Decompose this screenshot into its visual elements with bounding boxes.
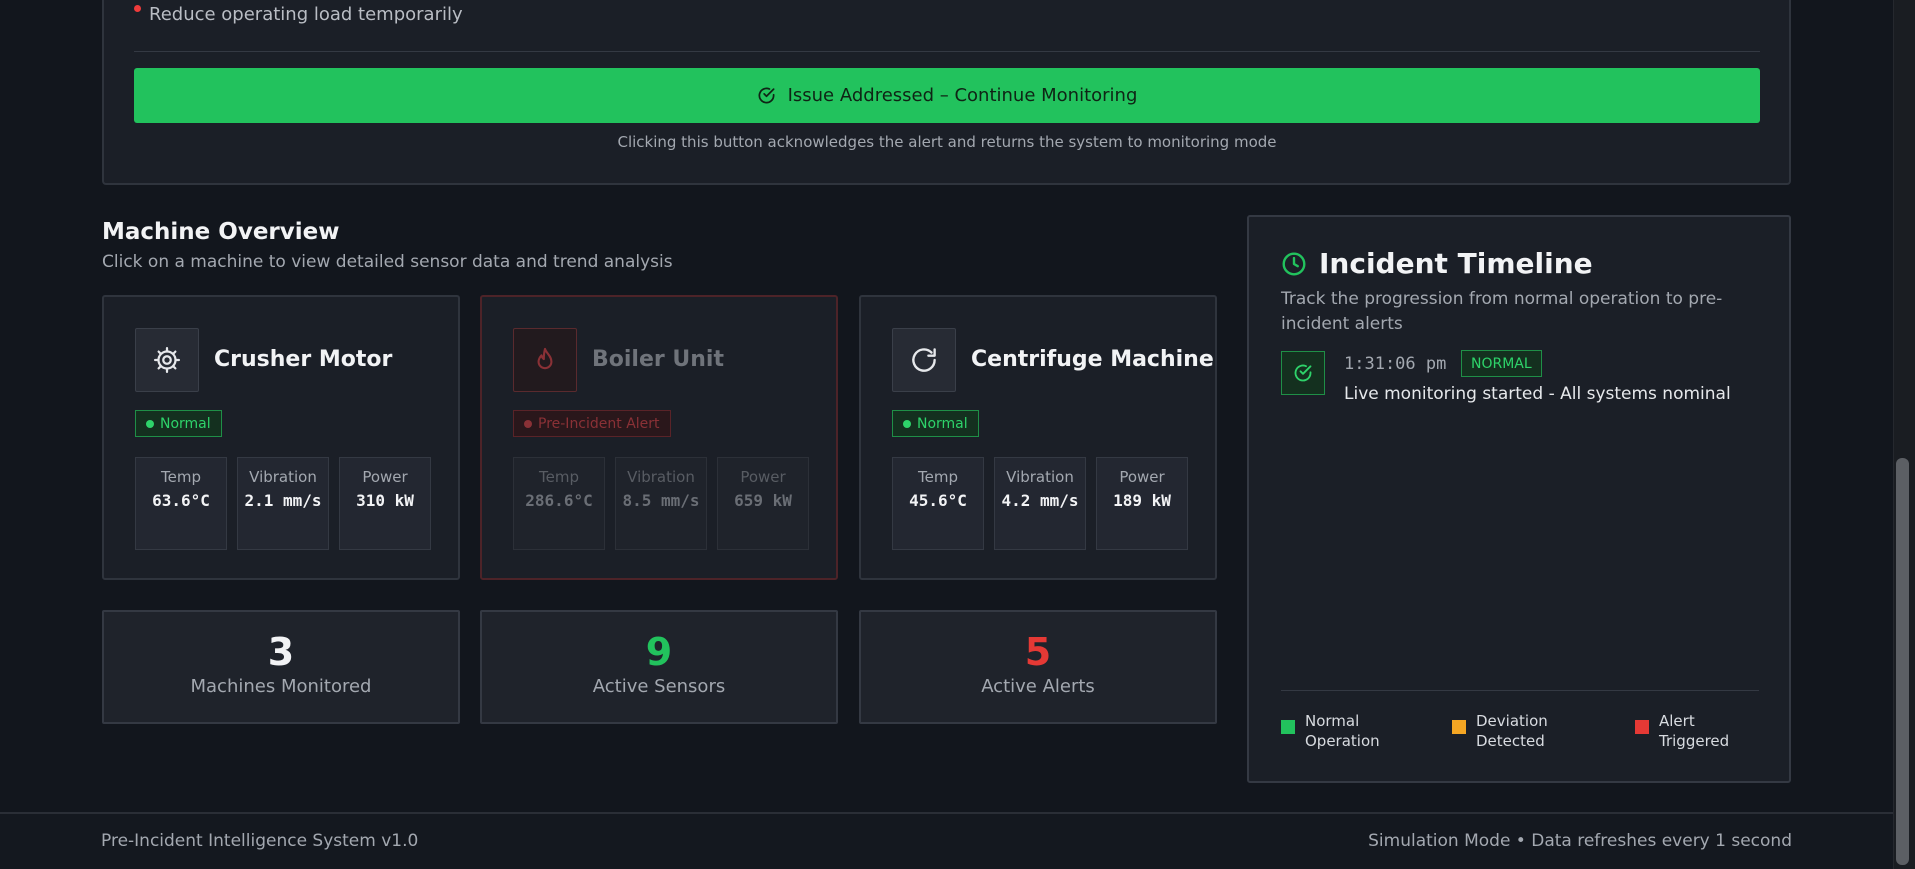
stat-label: Active Sensors <box>592 676 726 697</box>
legend-swatch <box>1281 720 1295 734</box>
acknowledge-hint: Clicking this button acknowledges the al… <box>617 133 1277 151</box>
metric-value: 8.5 mm/s <box>622 491 700 510</box>
legend-deviation: Deviation Detected <box>1452 711 1602 751</box>
metric-label: Vibration <box>627 468 695 486</box>
timeline-title-text: Incident Timeline <box>1319 247 1593 280</box>
event-time: 1:31:06 pm <box>1344 354 1447 374</box>
metric-vibration: Vibration 2.1 mm/s <box>237 457 329 550</box>
event-text: Live monitoring started - All systems no… <box>1344 384 1731 404</box>
overview-subtitle: Click on a machine to view detailed sens… <box>102 252 673 272</box>
status-badge: Normal <box>892 410 979 437</box>
divider <box>134 51 1760 52</box>
bullet-dot <box>134 5 141 12</box>
stat-value: 9 <box>645 630 673 674</box>
stat-value: 3 <box>267 630 295 674</box>
metric-value: 310 kW <box>356 491 414 510</box>
divider <box>1281 690 1759 691</box>
status-badge: Pre-Incident Alert <box>513 410 671 437</box>
metric-power: Power 189 kW <box>1096 457 1188 550</box>
flame-icon <box>513 328 577 392</box>
stat-label: Machines Monitored <box>190 676 372 697</box>
legend-swatch <box>1635 720 1649 734</box>
metric-value: 2.1 mm/s <box>244 491 322 510</box>
machine-name: Boiler Unit <box>592 347 724 372</box>
metric-temp: Temp 63.6°C <box>135 457 227 550</box>
metric-vibration: Vibration 8.5 mm/s <box>615 457 707 550</box>
check-circle-icon <box>1281 351 1325 395</box>
acknowledge-button[interactable]: Issue Addressed – Continue Monitoring <box>134 68 1760 123</box>
legend-swatch <box>1452 720 1466 734</box>
footer-version: Pre-Incident Intelligence System v1.0 <box>101 831 419 851</box>
check-circle-icon <box>758 87 775 104</box>
acknowledge-button-label: Issue Addressed – Continue Monitoring <box>787 85 1138 106</box>
metric-value: 659 kW <box>734 491 792 510</box>
metric-label: Vibration <box>249 468 317 486</box>
timeline-title: Incident Timeline <box>1281 247 1593 280</box>
stat-label: Active Alerts <box>981 676 1095 697</box>
machine-card-crusher-motor[interactable]: Crusher Motor Normal Temp 63.6°C Vibrati… <box>102 295 460 580</box>
machine-name: Crusher Motor <box>214 347 393 372</box>
action-text: Reduce operating load temporarily <box>149 4 463 25</box>
metric-label: Power <box>740 468 786 486</box>
legend-normal: Normal Operation <box>1281 711 1431 751</box>
metric-value: 45.6°C <box>909 491 967 510</box>
metric-temp: Temp 286.6°C <box>513 457 605 550</box>
clock-icon <box>1282 252 1306 275</box>
footer: Pre-Incident Intelligence System v1.0 Si… <box>0 812 1893 869</box>
metric-value: 189 kW <box>1113 491 1171 510</box>
timeline-subtitle: Track the progression from normal operat… <box>1281 289 1723 334</box>
stat-active-alerts: 5 Active Alerts <box>859 610 1217 724</box>
metric-value: 4.2 mm/s <box>1001 491 1079 510</box>
metric-label: Power <box>1119 468 1165 486</box>
footer-status: Simulation Mode • Data refreshes every 1… <box>1368 831 1792 851</box>
legend-label: Alert Triggered <box>1659 712 1730 750</box>
metric-power: Power 659 kW <box>717 457 809 550</box>
legend-alert: Alert Triggered <box>1635 711 1765 751</box>
stat-machines-monitored: 3 Machines Monitored <box>102 610 460 724</box>
gear-icon <box>135 328 199 392</box>
metric-label: Temp <box>539 468 579 486</box>
metric-vibration: Vibration 4.2 mm/s <box>994 457 1086 550</box>
recommended-action: Reduce operating load temporarily <box>134 4 463 25</box>
machine-card-centrifuge[interactable]: Centrifuge Machine Normal Temp 45.6°C Vi… <box>859 295 1217 580</box>
event-status-badge: NORMAL <box>1461 350 1542 377</box>
stat-value: 5 <box>1024 630 1052 674</box>
metric-power: Power 310 kW <box>339 457 431 550</box>
metric-label: Temp <box>161 468 201 486</box>
overview-title: Machine Overview <box>102 219 340 245</box>
stat-active-sensors: 9 Active Sensors <box>480 610 838 724</box>
metric-label: Vibration <box>1006 468 1074 486</box>
machine-card-boiler-unit[interactable]: Boiler Unit Pre-Incident Alert Temp 286.… <box>480 295 838 580</box>
metric-value: 63.6°C <box>152 491 210 510</box>
metric-temp: Temp 45.6°C <box>892 457 984 550</box>
refresh-icon <box>892 328 956 392</box>
scrollbar-thumb[interactable] <box>1896 458 1909 865</box>
metric-label: Temp <box>918 468 958 486</box>
legend-label: Normal Operation <box>1305 712 1380 750</box>
metric-value: 286.6°C <box>525 491 593 510</box>
incident-timeline-panel: Incident Timeline Track the progression … <box>1247 215 1791 783</box>
machine-name: Centrifuge Machine <box>971 347 1214 372</box>
metric-label: Power <box>362 468 408 486</box>
legend-label: Deviation Detected <box>1476 712 1548 750</box>
status-badge: Normal <box>135 410 222 437</box>
